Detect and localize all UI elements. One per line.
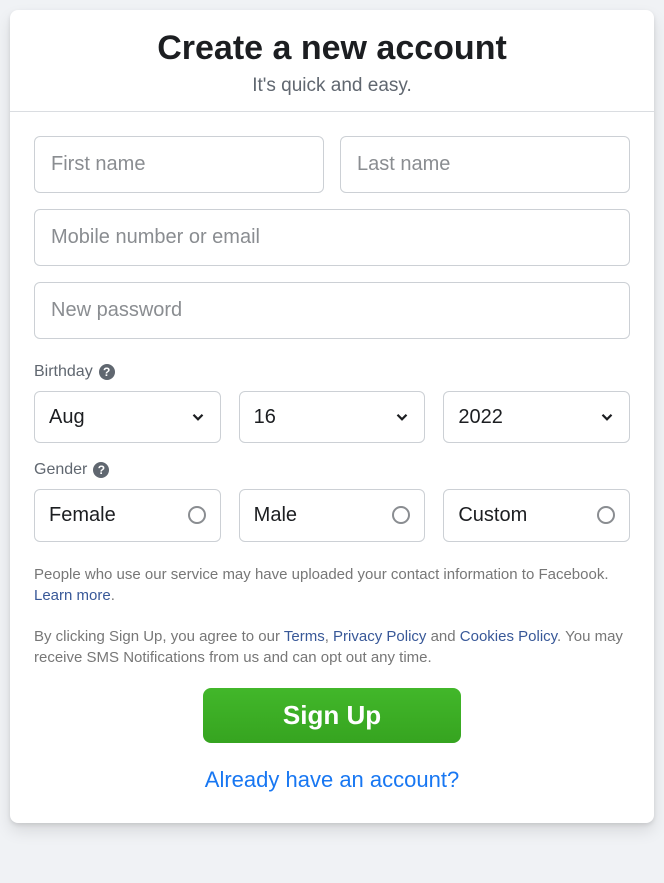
header: Create a new account It's quick and easy… [10,10,654,111]
privacy-policy-link[interactable]: Privacy Policy [333,628,426,645]
radio-icon [188,506,206,524]
birthday-year-select[interactable]: 2022 [443,391,630,443]
first-name-input[interactable] [34,136,324,193]
birthday-label: Birthday ? [34,363,630,381]
birthday-day-select[interactable]: 16 [239,391,426,443]
help-icon[interactable]: ? [99,364,115,380]
help-icon[interactable]: ? [93,462,109,478]
gender-female-option[interactable]: Female [34,489,221,542]
radio-icon [597,506,615,524]
contact-disclaimer: People who use our service may have uplo… [34,564,630,606]
contact-input[interactable] [34,209,630,266]
gender-label: Gender ? [34,461,630,479]
last-name-input[interactable] [340,136,630,193]
page-subtitle: It's quick and easy. [26,75,638,97]
password-input[interactable] [34,282,630,339]
radio-icon [392,506,410,524]
gender-option-label: Female [49,504,116,527]
gender-option-label: Custom [458,504,527,527]
page-title: Create a new account [26,28,638,69]
signup-card: Create a new account It's quick and easy… [10,10,654,823]
cookies-policy-link[interactable]: Cookies Policy [460,628,557,645]
learn-more-link[interactable]: Learn more [34,587,111,604]
login-link[interactable]: Already have an account? [205,767,459,792]
birthday-month-select[interactable]: Aug [34,391,221,443]
signup-form: Birthday ? Aug 16 [10,112,654,823]
terms-disclaimer: By clicking Sign Up, you agree to our Te… [34,626,630,668]
signup-button[interactable]: Sign Up [203,688,461,743]
gender-custom-option[interactable]: Custom [443,489,630,542]
gender-male-option[interactable]: Male [239,489,426,542]
terms-link[interactable]: Terms [284,628,325,645]
gender-option-label: Male [254,504,297,527]
